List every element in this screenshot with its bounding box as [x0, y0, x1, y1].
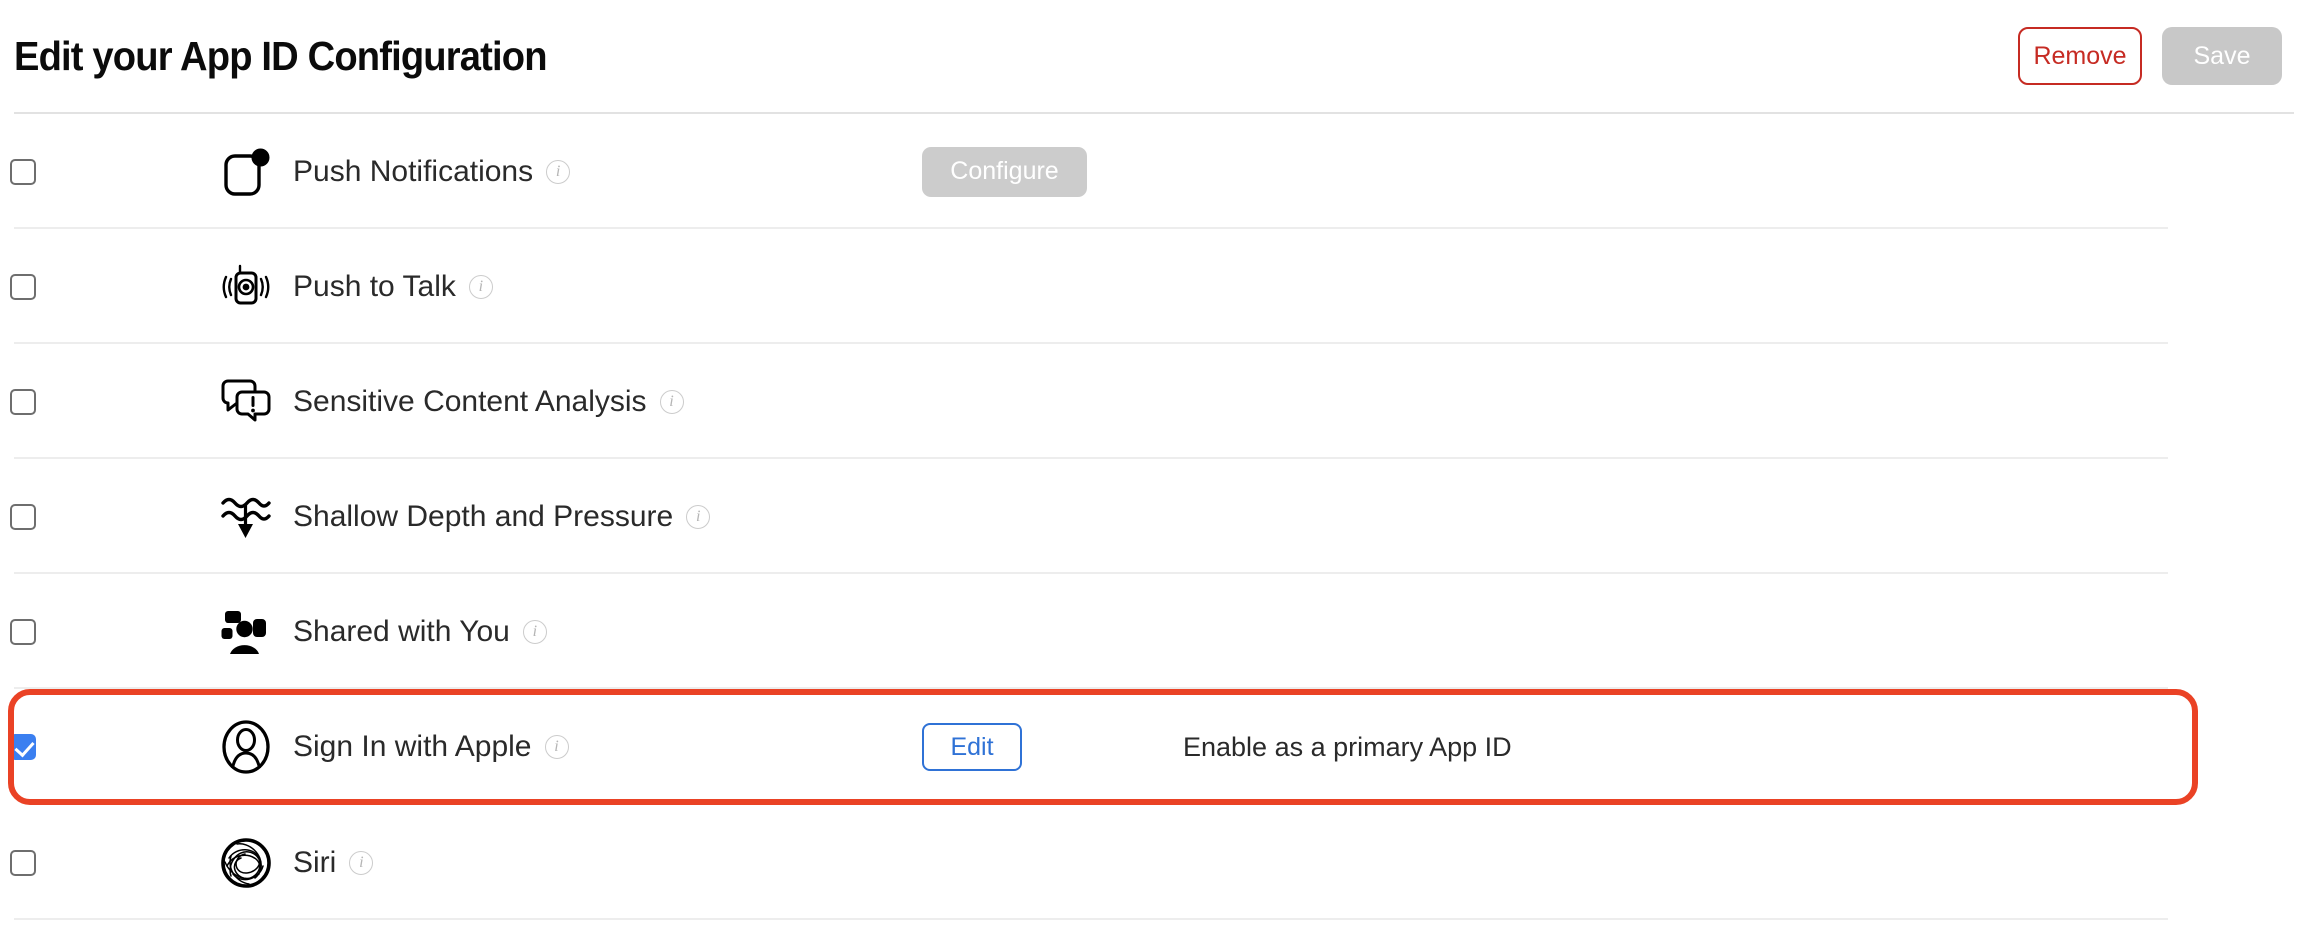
- capability-row: Push to Talk i: [0, 229, 2318, 344]
- capability-note: Enable as a primary App ID: [1183, 731, 1512, 762]
- info-icon[interactable]: i: [544, 735, 569, 759]
- capability-row: Sign In with Apple i Edit Enable as a prima…: [0, 689, 2318, 805]
- capability-row: Sensitive Content Analysis i: [0, 344, 2318, 459]
- capability-row: Shared with You i: [0, 574, 2318, 689]
- capability-row: Push Notifications i Configure: [0, 114, 2318, 229]
- checkbox-cell: [0, 849, 215, 876]
- capability-label-cell: Siri i: [277, 845, 912, 879]
- info-icon[interactable]: i: [686, 504, 711, 529]
- checkbox-cell: [0, 388, 215, 415]
- checkbox-cell: [0, 273, 215, 300]
- app-id-configuration-page: Edit your App ID Configuration Remove Sa…: [0, 0, 2318, 926]
- capability-row: Siri i: [0, 805, 2318, 920]
- shallow-depth-icon: [215, 491, 277, 543]
- configure-button-push-notifications: Configure: [922, 146, 1087, 197]
- siri-icon: [215, 836, 277, 890]
- info-icon[interactable]: i: [349, 850, 374, 875]
- checkbox-cell: [0, 618, 215, 645]
- checkbox-shared-with-you[interactable]: [10, 618, 36, 645]
- capability-label-cell: Push to Talk i: [277, 269, 912, 303]
- capability-label-cell: Sign In with Apple i: [277, 732, 912, 762]
- push-to-talk-icon: [215, 261, 277, 313]
- remove-button[interactable]: Remove: [2018, 27, 2142, 85]
- checkbox-cell: [0, 158, 215, 185]
- checkbox-sign-in-with-apple[interactable]: [10, 734, 36, 760]
- push-notifications-icon: [215, 146, 277, 198]
- checkbox-cell: [0, 734, 215, 760]
- info-icon[interactable]: i: [546, 159, 571, 184]
- checkbox-push-to-talk[interactable]: [10, 273, 36, 300]
- capability-label-cell: Shallow Depth and Pressure i: [277, 499, 912, 533]
- capability-label: Push to Talk: [293, 269, 456, 303]
- checkbox-cell: [0, 503, 215, 530]
- sensitive-content-analysis-icon: [215, 377, 277, 427]
- capability-label-cell: Push Notifications i: [277, 154, 912, 188]
- capability-label-cell: Shared with You i: [277, 614, 912, 648]
- capability-action-cell: Configure: [912, 146, 1137, 197]
- edit-button-sign-in-with-apple[interactable]: Edit: [922, 723, 1022, 771]
- checkbox-shallow-depth-and-pressure[interactable]: [10, 503, 36, 530]
- info-icon[interactable]: i: [522, 619, 547, 644]
- page-title: Edit your App ID Configuration: [14, 32, 547, 79]
- row-divider: [14, 918, 2168, 920]
- capability-note-cell: Enable as a primary App ID: [1137, 731, 1512, 762]
- capability-label: Shared with You: [293, 614, 510, 648]
- info-icon[interactable]: i: [659, 389, 684, 414]
- capability-label: Push Notifications: [293, 154, 534, 188]
- header-actions: Remove Save: [2018, 27, 2282, 85]
- capability-label: Sign In with Apple: [293, 730, 532, 763]
- shared-with-you-icon: [215, 607, 277, 657]
- capability-label: Shallow Depth and Pressure: [293, 499, 674, 533]
- capability-list: Push Notifications i Configure Push to Tal…: [0, 112, 2318, 920]
- info-icon[interactable]: i: [468, 274, 493, 299]
- capability-action-cell: Edit: [912, 723, 1137, 771]
- page-header: Edit your App ID Configuration Remove Sa…: [0, 0, 2318, 112]
- checkbox-sensitive-content-analysis[interactable]: [10, 388, 36, 415]
- checkbox-siri[interactable]: [10, 849, 36, 876]
- capability-label: Sensitive Content Analysis: [293, 384, 647, 418]
- capability-label-cell: Sensitive Content Analysis i: [277, 384, 912, 418]
- save-button: Save: [2162, 27, 2282, 85]
- sign-in-with-apple-icon: [215, 720, 277, 774]
- capability-row: Shallow Depth and Pressure i: [0, 459, 2318, 574]
- checkbox-push-notifications[interactable]: [10, 158, 36, 185]
- capability-label: Siri: [293, 845, 337, 879]
